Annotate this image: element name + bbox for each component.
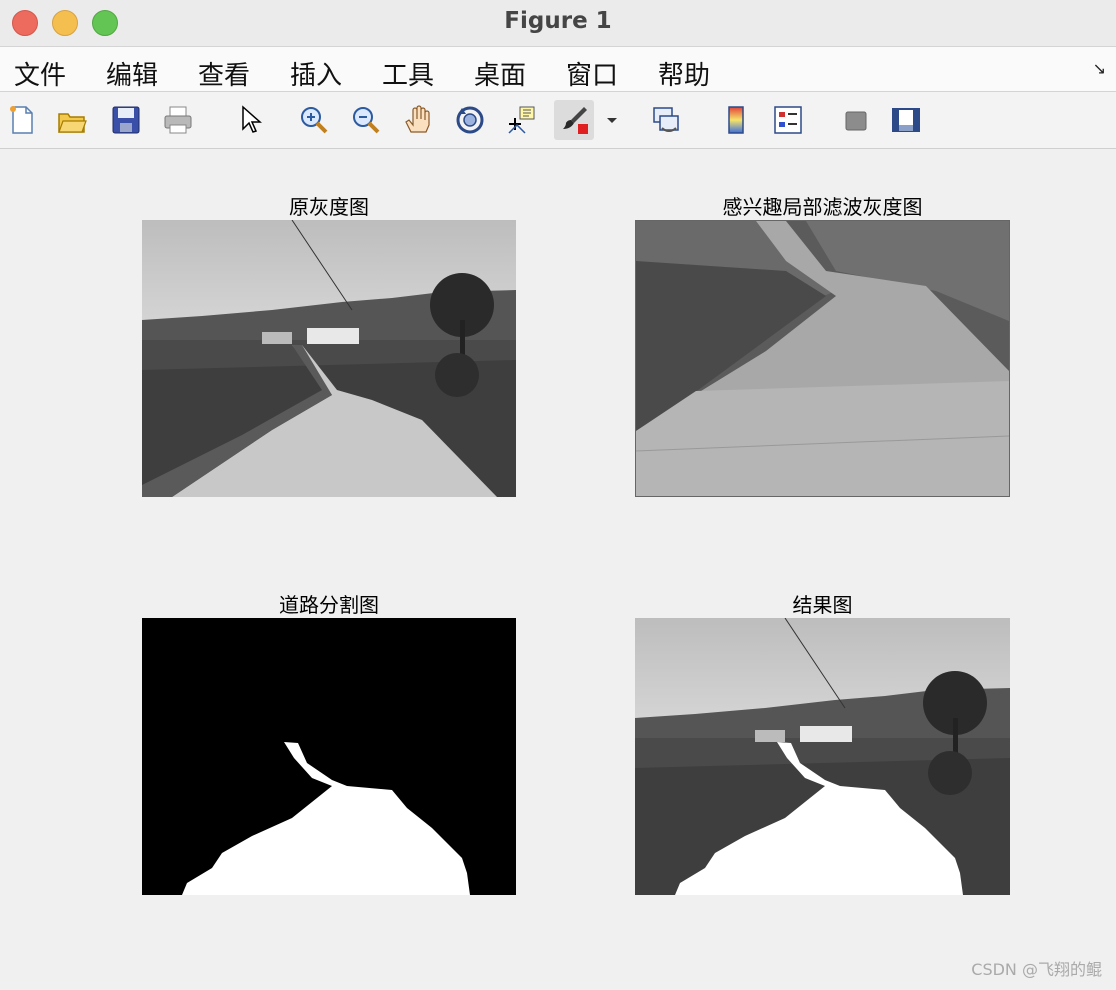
hide-plot-tools-icon[interactable] bbox=[840, 104, 872, 136]
select-pointer-icon[interactable] bbox=[234, 104, 266, 136]
result-overlay-image bbox=[635, 618, 1010, 895]
rotate-3d-icon[interactable] bbox=[454, 104, 486, 136]
print-icon[interactable] bbox=[162, 104, 194, 136]
roi-filtered-grayscale-image bbox=[635, 220, 1010, 497]
data-cursor-icon[interactable] bbox=[506, 104, 538, 136]
subplot-title-result: 结果图 bbox=[792, 593, 853, 617]
link-plot-icon[interactable] bbox=[650, 104, 682, 136]
menu-help[interactable]: 帮助 bbox=[658, 55, 710, 92]
subplot-title-original: 原灰度图 bbox=[289, 195, 369, 219]
save-icon[interactable] bbox=[110, 104, 142, 136]
road-segmentation-image bbox=[142, 618, 516, 895]
original-grayscale-image bbox=[142, 220, 516, 497]
show-plot-tools-icon[interactable] bbox=[890, 104, 922, 136]
legend-icon[interactable] bbox=[772, 104, 804, 136]
menu-desktop[interactable]: 桌面 bbox=[474, 55, 526, 92]
menu-window[interactable]: 窗口 bbox=[566, 55, 618, 92]
window-title: Figure 1 bbox=[504, 8, 612, 34]
colorbar-icon[interactable] bbox=[720, 104, 752, 136]
brush-icon[interactable] bbox=[558, 104, 590, 136]
brush-dropdown-icon[interactable] bbox=[602, 104, 622, 136]
menu-view[interactable]: 查看 bbox=[198, 55, 250, 92]
pan-hand-icon[interactable] bbox=[402, 104, 434, 136]
figure-toolbar bbox=[0, 92, 1116, 149]
menu-tools[interactable]: 工具 bbox=[382, 55, 434, 92]
zoom-in-icon[interactable] bbox=[298, 104, 330, 136]
menu-bar: 文件 编辑 查看 插入 工具 桌面 窗口 帮助 ↘ bbox=[0, 47, 1116, 92]
open-file-icon[interactable] bbox=[56, 104, 88, 136]
menu-insert[interactable]: 插入 bbox=[290, 55, 342, 92]
zoom-out-icon[interactable] bbox=[350, 104, 382, 136]
subplot-title-segmentation: 道路分割图 bbox=[279, 593, 379, 617]
subplot-title-roi-filtered: 感兴趣局部滤波灰度图 bbox=[722, 195, 923, 219]
watermark: CSDN @飞翔的鲲 bbox=[971, 960, 1102, 979]
menu-edit[interactable]: 编辑 bbox=[106, 55, 158, 92]
menu-file[interactable]: 文件 bbox=[14, 55, 66, 92]
dock-arrow-icon[interactable]: ↘ bbox=[1093, 59, 1106, 78]
title-bar: Figure 1 bbox=[0, 0, 1116, 47]
new-figure-icon[interactable] bbox=[6, 104, 38, 136]
